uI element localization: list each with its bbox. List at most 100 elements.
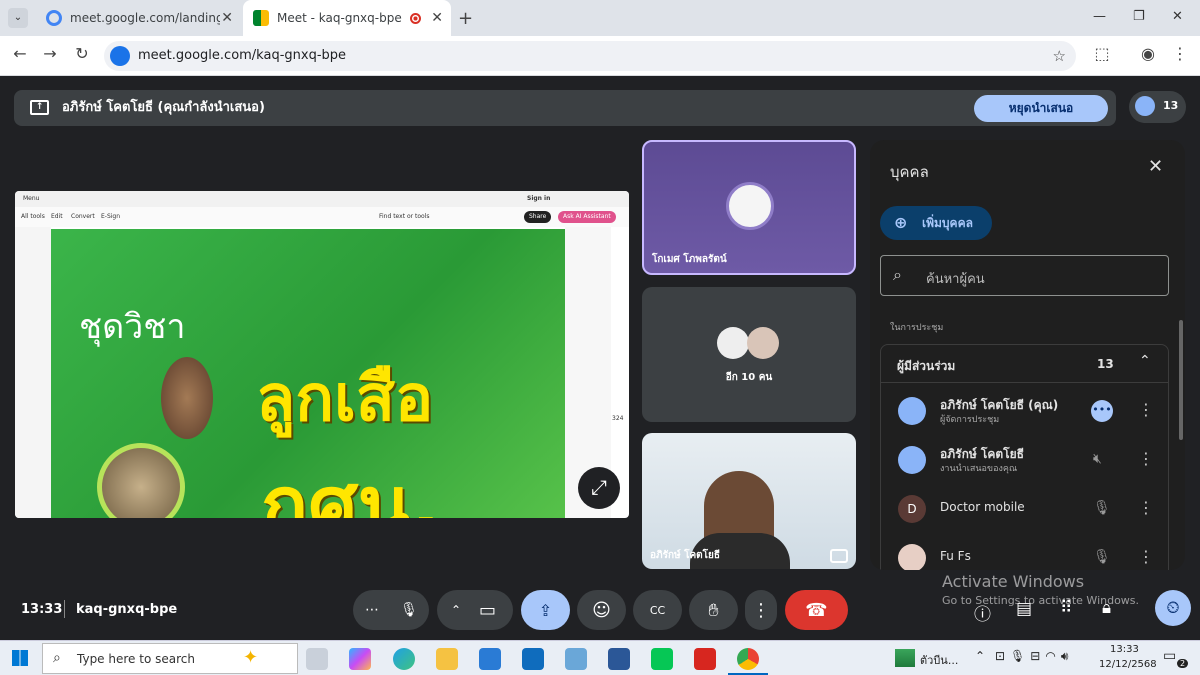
windows-start-icon[interactable] <box>12 650 28 666</box>
search-icon: ⌕ <box>53 650 61 666</box>
participants-avatar-stack[interactable]: 13 <box>1129 91 1186 123</box>
more-options-icon[interactable]: ⋮ <box>1138 498 1154 517</box>
audio-level-icon: ••• <box>1091 400 1113 422</box>
windows-taskbar: ⌕ Type here to search ✦ ตัวบีน... ⌃ ⊡🎙︎⊟… <box>0 640 1200 675</box>
weather-icon[interactable] <box>895 649 915 667</box>
tab-landing-label: meet.google.com/landing?hs= <box>70 11 220 25</box>
participant-name: Fu Fs <box>940 549 971 563</box>
reload-icon[interactable]: ↻ <box>70 44 94 63</box>
tab-meet[interactable]: Meet - kaq-gnxq-bpe ✕ <box>243 0 451 36</box>
tray-icons[interactable]: ⊡🎙︎⊟◠🔊︎ <box>995 649 1073 664</box>
pip-icon[interactable] <box>830 549 848 563</box>
address-bar[interactable]: meet.google.com/kaq-gnxq-bpe ☆ <box>104 41 1076 71</box>
new-tab-icon[interactable]: + <box>458 8 473 29</box>
timer-icon[interactable]: ⏲︎ <box>1155 590 1191 626</box>
participant-name: อภิรักษ์ โคตโยธี <box>650 550 720 561</box>
expand-icon[interactable]: ⤢ <box>578 467 620 509</box>
meet-favicon-icon <box>253 10 269 26</box>
divider <box>64 600 65 618</box>
more-options-button[interactable]: ⋮ <box>745 590 777 630</box>
close-window-button[interactable]: ✕ <box>1172 9 1183 24</box>
browser-menu-icon[interactable]: ⋮ <box>1168 44 1192 63</box>
participant-tile-speaker[interactable]: โกเมศ โภพลรัตน์ <box>642 140 856 275</box>
tab-landing[interactable]: meet.google.com/landing?hs= ✕ <box>36 0 241 36</box>
toolbar-item: All tools <box>21 213 45 220</box>
presenting-banner: ↑ อภิรักษ์ โคตโยธี (คุณกำลังนำเสนอ) หยุด… <box>14 90 1116 126</box>
meeting-code: kaq-gnxq-bpe <box>76 602 178 617</box>
participants-group-header[interactable]: ผู้มีส่วนร่วม 13 ⌃ <box>881 345 1168 383</box>
captions-button[interactable]: CC <box>633 590 682 630</box>
profile-icon[interactable]: ◉ <box>1136 44 1160 63</box>
list-item[interactable]: D Doctor mobile 🎙︎ ⋮ <box>898 490 1168 530</box>
clock-time[interactable]: 13:33 <box>1110 644 1139 655</box>
weather-text[interactable]: ตัวบีน... <box>920 651 958 669</box>
participant-name: โกเมศ โภพลรัตน์ <box>652 254 727 265</box>
list-item[interactable]: อภิรักษ์ โคตโยธี (คุณ) ผู้จัดการประชุม •… <box>898 392 1168 432</box>
group-count: 13 <box>1097 357 1114 371</box>
extensions-icon[interactable]: ⬚ <box>1090 44 1114 63</box>
line-icon[interactable] <box>651 648 673 670</box>
clock-date[interactable]: 12/12/2568 <box>1099 659 1157 670</box>
close-tab-icon[interactable]: ✕ <box>431 10 443 26</box>
present-button[interactable]: ⇪ <box>521 590 570 630</box>
leave-call-button[interactable]: ☎︎ <box>785 590 848 630</box>
outlook-icon[interactable] <box>522 648 544 670</box>
collapse-chevron-icon[interactable]: ⌃ <box>1139 353 1151 369</box>
shared-window-titlebar: Menu Sign in <box>15 191 629 207</box>
group-label: ผู้มีส่วนร่วม <box>897 359 956 373</box>
acrobat-icon[interactable] <box>694 648 716 670</box>
minimize-button[interactable]: — <box>1093 9 1106 24</box>
back-icon[interactable]: ← <box>8 44 32 63</box>
more-options-icon[interactable]: ⋮ <box>1138 449 1154 468</box>
baden-powell-portrait-image <box>97 443 185 518</box>
tab-search-icon[interactable]: ⌄ <box>8 8 28 28</box>
people-search-input[interactable]: ⌕ ค้นหาผู้คน <box>880 255 1169 296</box>
close-tab-icon[interactable]: ✕ <box>221 10 233 26</box>
avatar <box>717 327 749 359</box>
meeting-time: 13:33 <box>21 602 63 617</box>
present-screen-icon: ↑ <box>30 100 49 115</box>
video-options-button[interactable]: ⌃ ▭ <box>437 590 513 630</box>
slide-big-title-2: กศน. <box>261 461 441 518</box>
site-info-icon[interactable] <box>110 46 130 66</box>
participant-tile-self[interactable]: อภิรักษ์ โคตโยธี <box>642 433 856 569</box>
list-item[interactable]: อภิรักษ์ โคตโยธี งานนำเสนอของคุณ 🔇︎ ⋮ <box>898 441 1168 481</box>
add-person-icon: ⊕ <box>894 213 908 232</box>
tray-chevron-icon[interactable]: ⌃ <box>975 649 985 663</box>
notifications-icon[interactable]: ▭ <box>1163 648 1176 664</box>
bookmark-star-icon[interactable]: ☆ <box>1053 41 1066 71</box>
forward-icon[interactable]: → <box>38 44 62 63</box>
page-number: 324 <box>612 415 624 422</box>
word-icon[interactable] <box>608 648 630 670</box>
more-options-icon[interactable]: ⋮ <box>1138 547 1154 566</box>
share-chip: Share <box>524 211 552 223</box>
add-people-button[interactable]: ⊕ เพิ่มบุคคล <box>880 206 992 240</box>
copilot-icon[interactable] <box>349 648 371 670</box>
toolbar-item: Convert <box>71 213 95 220</box>
emoji-reaction-button[interactable]: ☺ <box>577 590 626 630</box>
avatar <box>726 182 774 230</box>
taskbar-search-input[interactable]: ⌕ Type here to search ✦ <box>42 643 298 674</box>
browser-tab-bar: ⌄ meet.google.com/landing?hs= ✕ Meet - k… <box>0 0 1200 36</box>
more-options-icon[interactable]: ⋮ <box>1138 400 1154 419</box>
store-icon[interactable] <box>479 648 501 670</box>
add-people-label: เพิ่มบุคคล <box>922 216 973 230</box>
edge-icon[interactable] <box>393 648 415 670</box>
file-explorer-icon[interactable] <box>436 648 458 670</box>
participant-tile-others[interactable]: อีก 10 คน <box>642 287 856 422</box>
task-view-icon[interactable] <box>306 648 328 670</box>
close-panel-icon[interactable]: ✕ <box>1148 156 1163 177</box>
chrome-icon[interactable] <box>737 648 759 670</box>
camera-icon: ▭ <box>479 599 497 621</box>
desktop-app-icon[interactable] <box>565 648 587 670</box>
panel-scrollbar[interactable] <box>1179 320 1183 440</box>
raise-hand-button[interactable]: ✋︎ <box>689 590 738 630</box>
restore-button[interactable]: ❐ <box>1133 9 1145 24</box>
audio-options-button[interactable]: ⋯ 🎙︎ <box>353 590 429 630</box>
stop-presenting-button[interactable]: หยุดนำเสนอ <box>974 95 1108 122</box>
mic-off-icon: 🔇︎ <box>1093 451 1102 467</box>
meet-stage: ↑ อภิรักษ์ โคตโยธี (คุณกำลังนำเสนอ) หยุด… <box>0 77 1200 640</box>
presenting-banner-text: อภิรักษ์ โคตโยธี (คุณกำลังนำเสนอ) <box>62 100 265 115</box>
list-item[interactable]: Fu Fs 🎙︎ ⋮ <box>898 539 1168 570</box>
participant-count: 13 <box>1163 99 1179 112</box>
